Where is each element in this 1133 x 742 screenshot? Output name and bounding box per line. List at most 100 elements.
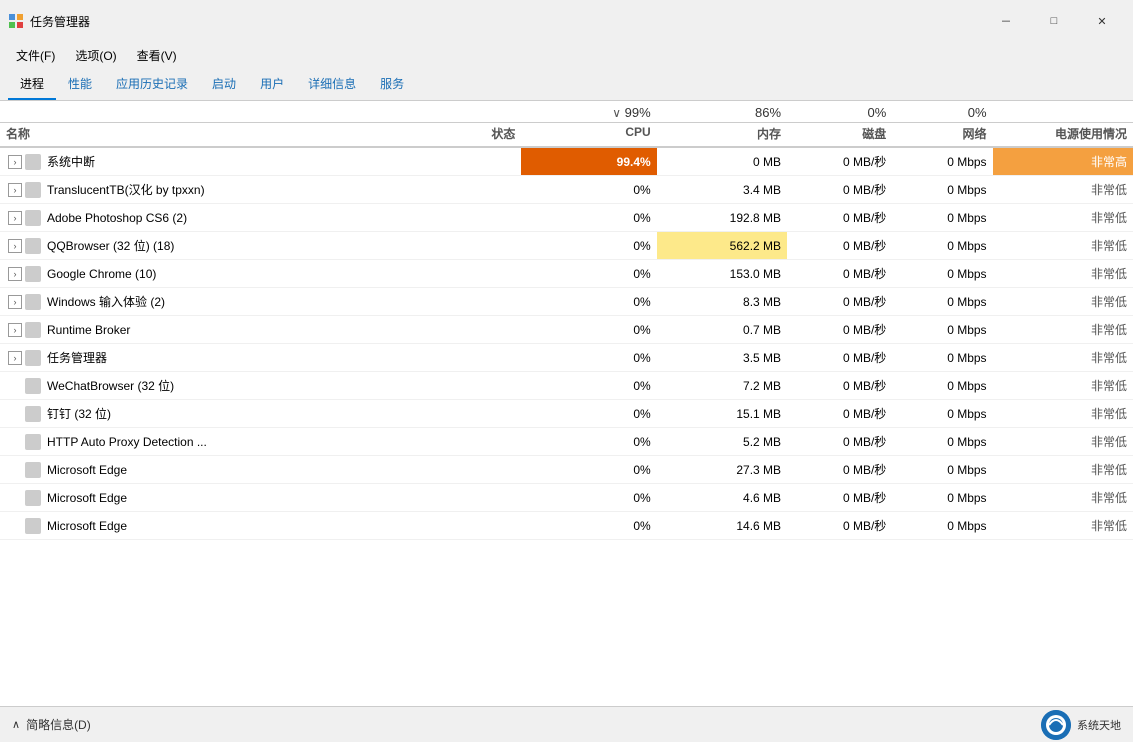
table-row[interactable]: WeChatBrowser (32 位)0%7.2 MB0 MB/秒0 Mbps…	[0, 372, 1133, 400]
table-row[interactable]: Microsoft Edge0%14.6 MB0 MB/秒0 Mbps非常低	[0, 512, 1133, 540]
process-network: 0 Mbps	[892, 456, 992, 484]
process-icon	[25, 238, 41, 254]
table-row[interactable]: Microsoft Edge0%4.6 MB0 MB/秒0 Mbps非常低	[0, 484, 1133, 512]
table-row[interactable]: 钉钉 (32 位)0%15.1 MB0 MB/秒0 Mbps非常低	[0, 400, 1133, 428]
table-row[interactable]: ›Google Chrome (10)0%153.0 MB0 MB/秒0 Mbp…	[0, 260, 1133, 288]
process-network: 0 Mbps	[892, 372, 992, 400]
process-cpu: 0%	[521, 232, 656, 260]
process-power: 非常低	[993, 260, 1133, 288]
tab-services[interactable]: 服务	[368, 69, 416, 100]
tab-processes[interactable]: 进程	[8, 69, 56, 100]
process-disk: 0 MB/秒	[787, 260, 892, 288]
col-label-network[interactable]: 网络	[892, 123, 992, 148]
process-memory: 0.7 MB	[657, 316, 787, 344]
process-icon	[25, 490, 41, 506]
expand-chevron-icon[interactable]: ›	[8, 295, 22, 309]
status-toggle-label[interactable]: 简略信息(D)	[26, 716, 91, 733]
table-row[interactable]: HTTP Auto Proxy Detection ...0%5.2 MB0 M…	[0, 428, 1133, 456]
tab-startup[interactable]: 启动	[200, 69, 248, 100]
col-label-disk[interactable]: 磁盘	[787, 123, 892, 148]
table-row[interactable]: ›TranslucentTB(汉化 by tpxxn)0%3.4 MB0 MB/…	[0, 176, 1133, 204]
menu-options[interactable]: 选项(O)	[67, 44, 124, 67]
expand-chevron-icon[interactable]: ›	[8, 239, 22, 253]
table-row[interactable]: ›Adobe Photoshop CS6 (2)0%192.8 MB0 MB/秒…	[0, 204, 1133, 232]
process-disk: 0 MB/秒	[787, 372, 892, 400]
minimize-button[interactable]: －	[983, 6, 1029, 36]
process-cpu: 0%	[521, 512, 656, 540]
process-name: Windows 输入体验 (2)	[44, 293, 165, 310]
table-row[interactable]: ›Runtime Broker0%0.7 MB0 MB/秒0 Mbps非常低	[0, 316, 1133, 344]
process-memory: 7.2 MB	[657, 372, 787, 400]
table-row[interactable]: Microsoft Edge0%27.3 MB0 MB/秒0 Mbps非常低	[0, 456, 1133, 484]
table-row[interactable]: ›系统中断99.4%0 MB0 MB/秒0 Mbps非常高	[0, 147, 1133, 176]
maximize-button[interactable]: □	[1031, 6, 1077, 36]
process-icon	[25, 210, 41, 226]
process-power: 非常低	[993, 484, 1133, 512]
process-disk: 0 MB/秒	[787, 456, 892, 484]
col-label-power[interactable]: 电源使用情况	[993, 123, 1133, 148]
process-power: 非常低	[993, 344, 1133, 372]
app-icon	[8, 13, 24, 29]
process-status	[441, 260, 521, 288]
col-label-name[interactable]: 名称	[0, 123, 441, 148]
tab-app-history[interactable]: 应用历史记录	[104, 69, 200, 100]
process-name: QQBrowser (32 位) (18)	[44, 237, 174, 254]
process-cpu: 0%	[521, 400, 656, 428]
expand-chevron-icon[interactable]: ›	[8, 351, 22, 365]
table-header-top: ∨ 99% 86% 0% 0%	[0, 101, 1133, 123]
table-row[interactable]: ›Windows 输入体验 (2)0%8.3 MB0 MB/秒0 Mbps非常低	[0, 288, 1133, 316]
process-icon	[25, 350, 41, 366]
col-header-memory-pct[interactable]: 86%	[657, 101, 787, 123]
logo-text: 系统天地	[1077, 717, 1121, 733]
process-disk: 0 MB/秒	[787, 484, 892, 512]
process-memory: 14.6 MB	[657, 512, 787, 540]
process-disk: 0 MB/秒	[787, 344, 892, 372]
process-name: TranslucentTB(汉化 by tpxxn)	[44, 181, 205, 198]
process-name: Microsoft Edge	[44, 491, 127, 505]
process-power: 非常低	[993, 372, 1133, 400]
process-table[interactable]: ∨ 99% 86% 0% 0% 名称 状态 CPU 内存 磁盘 网络 电源使用情…	[0, 101, 1133, 706]
process-memory: 3.4 MB	[657, 176, 787, 204]
table-row[interactable]: ›任务管理器0%3.5 MB0 MB/秒0 Mbps非常低	[0, 344, 1133, 372]
process-network: 0 Mbps	[892, 204, 992, 232]
col-header-cpu-pct[interactable]: ∨ 99%	[521, 101, 656, 123]
col-header-status-empty	[441, 101, 521, 123]
col-header-disk-pct[interactable]: 0%	[787, 101, 892, 123]
expand-chevron-icon[interactable]: ›	[8, 267, 22, 281]
process-disk: 0 MB/秒	[787, 232, 892, 260]
col-label-status: 状态	[441, 123, 521, 148]
process-memory: 4.6 MB	[657, 484, 787, 512]
process-status	[441, 344, 521, 372]
status-bar: ∧ 简略信息(D) 系统天地	[0, 706, 1133, 742]
process-network: 0 Mbps	[892, 316, 992, 344]
table-row[interactable]: ›QQBrowser (32 位) (18)0%562.2 MB0 MB/秒0 …	[0, 232, 1133, 260]
process-memory: 192.8 MB	[657, 204, 787, 232]
process-status	[441, 316, 521, 344]
tab-performance[interactable]: 性能	[56, 69, 104, 100]
process-network: 0 Mbps	[892, 176, 992, 204]
close-button[interactable]: ✕	[1079, 6, 1125, 36]
process-memory: 3.5 MB	[657, 344, 787, 372]
process-cpu: 0%	[521, 288, 656, 316]
col-label-cpu[interactable]: CPU	[521, 123, 656, 148]
expand-chevron-icon[interactable]: ›	[8, 211, 22, 225]
process-name: 系统中断	[44, 153, 95, 170]
expand-chevron-icon[interactable]: ›	[8, 155, 22, 169]
process-power: 非常低	[993, 204, 1133, 232]
tab-details[interactable]: 详细信息	[296, 69, 368, 100]
col-header-network-pct[interactable]: 0%	[892, 101, 992, 123]
tab-users[interactable]: 用户	[248, 69, 296, 100]
process-status	[441, 147, 521, 176]
col-label-memory[interactable]: 内存	[657, 123, 787, 148]
title-bar: 任务管理器 － □ ✕	[0, 0, 1133, 42]
process-cpu: 0%	[521, 372, 656, 400]
process-icon	[25, 378, 41, 394]
expand-chevron-icon[interactable]: ›	[8, 323, 22, 337]
process-memory: 562.2 MB	[657, 232, 787, 260]
menu-file[interactable]: 文件(F)	[8, 44, 63, 67]
menu-view[interactable]: 查看(V)	[129, 44, 185, 67]
expand-chevron-icon[interactable]: ›	[8, 183, 22, 197]
chevron-down-icon: ∧	[12, 718, 20, 731]
process-network: 0 Mbps	[892, 344, 992, 372]
status-toggle[interactable]: ∧ 简略信息(D)	[12, 716, 91, 733]
